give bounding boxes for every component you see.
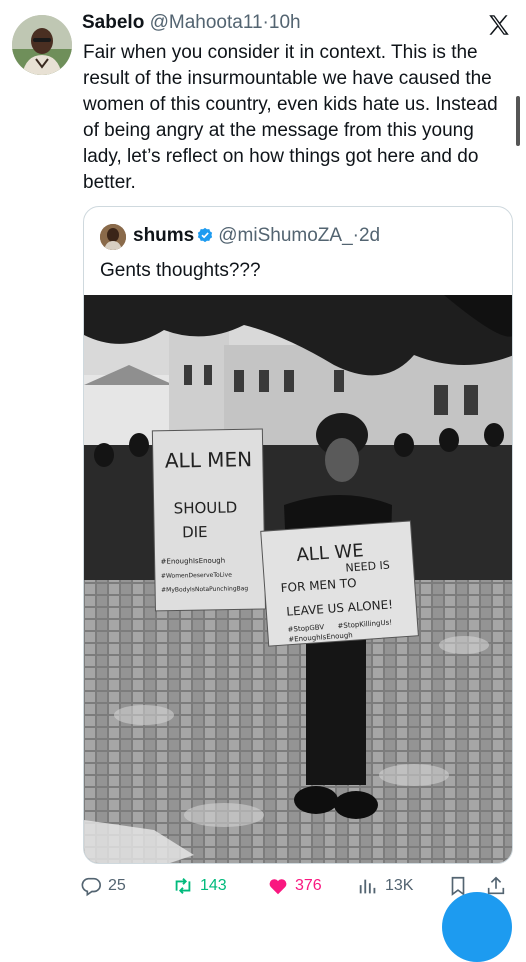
tweet-text: Fair when you consider it in context. Th… xyxy=(83,42,498,193)
quoted-header: shums @miShumoZA_·2d xyxy=(133,225,380,247)
sign-left: ALL MEN SHOULD DIE #EnoughIsEnough #Wome… xyxy=(151,428,266,612)
quoted-tweet-text: Gents thoughts??? xyxy=(100,260,261,281)
retweet-count: 143 xyxy=(200,877,227,894)
sign-left-line-3: DIE xyxy=(182,523,208,541)
quoted-author-handle[interactable]: @miShumoZA_ xyxy=(218,225,352,246)
views-button[interactable]: 13K xyxy=(357,875,413,897)
x-logo-icon[interactable] xyxy=(486,12,512,38)
views-count: 13K xyxy=(385,877,414,894)
sign-left-line-4: #EnoughIsEnough xyxy=(161,557,226,566)
quoted-author-avatar[interactable] xyxy=(100,224,126,250)
like-button[interactable]: 376 xyxy=(267,875,322,897)
scrollbar[interactable] xyxy=(516,96,520,146)
quoted-tweet-time[interactable]: 2d xyxy=(359,225,380,246)
sign-left-line-2: SHOULD xyxy=(174,498,238,517)
retweet-icon xyxy=(175,878,191,894)
sign-right: ALL WE NEED IS FOR MEN TO LEAVE US ALONE… xyxy=(260,520,419,647)
quoted-tweet-photo[interactable]: ALL MEN SHOULD DIE #EnoughIsEnough #Wome… xyxy=(84,295,513,864)
reply-button[interactable]: 25 xyxy=(80,875,126,897)
retweet-button[interactable]: 143 xyxy=(172,875,227,897)
like-icon xyxy=(269,879,287,895)
author-handle[interactable]: @Mahoota11 xyxy=(150,12,263,33)
quoted-tweet[interactable]: shums @miShumoZA_·2d Gents thoughts??? A… xyxy=(83,206,513,864)
tweet-time[interactable]: 10h xyxy=(269,12,301,33)
quoted-author-name[interactable]: shums xyxy=(133,225,194,246)
views-icon xyxy=(359,879,376,894)
verified-badge-icon xyxy=(198,227,213,243)
compose-fab-button[interactable] xyxy=(442,892,512,962)
author-avatar[interactable] xyxy=(12,15,72,75)
reply-count: 25 xyxy=(108,877,126,894)
sign-left-line-5: #WomenDeserveToLive xyxy=(161,572,232,580)
like-count: 376 xyxy=(295,877,322,894)
sign-left-line-1: ALL MEN xyxy=(165,447,253,473)
author-name[interactable]: Sabelo xyxy=(82,12,144,33)
reply-icon xyxy=(81,877,101,897)
tweet-header: Sabelo @Mahoota11·10h xyxy=(82,12,512,38)
